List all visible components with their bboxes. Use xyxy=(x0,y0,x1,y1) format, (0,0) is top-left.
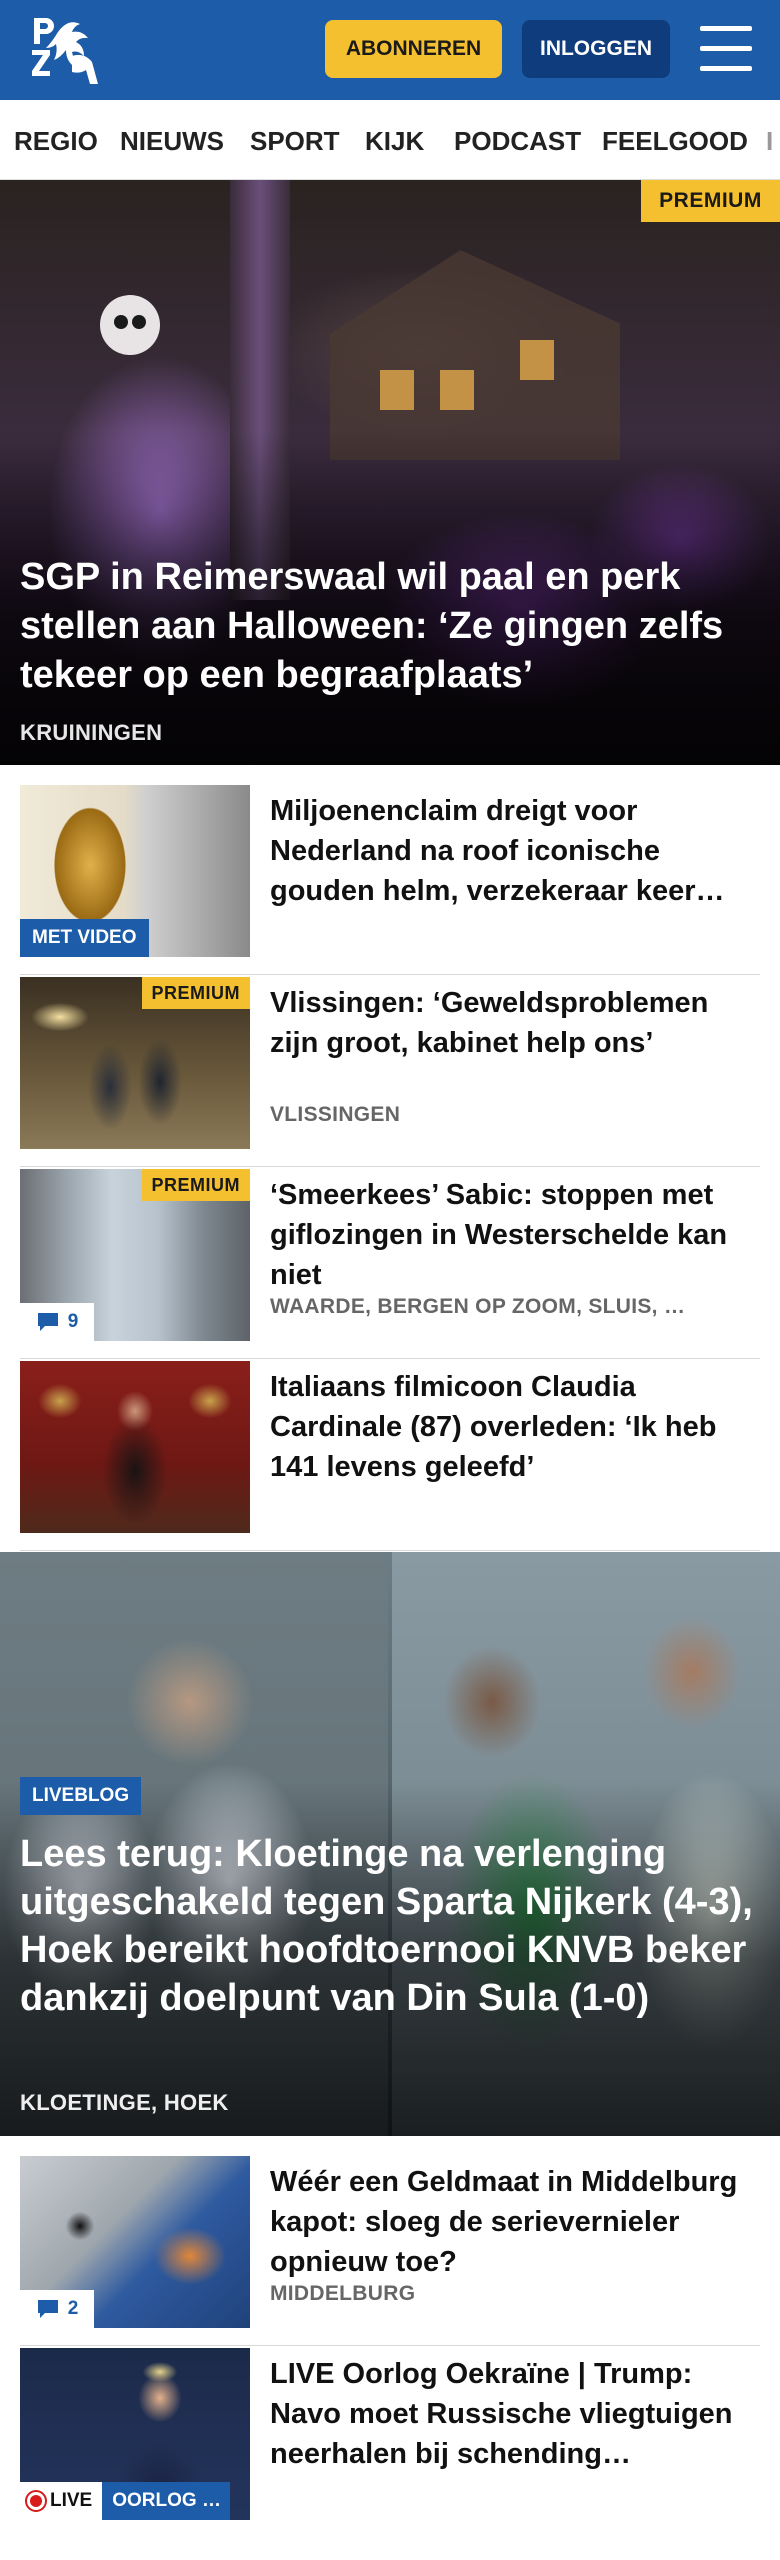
comment-count: 2 xyxy=(67,2298,79,2319)
article-thumbnail: MET VIDEO xyxy=(20,785,250,957)
article-headline[interactable]: Vlissingen: ‘Geweldsproblemen zijn groot… xyxy=(270,983,760,1063)
list-item[interactable]: PREMIUM Vlissingen: ‘Geweldsproblemen zi… xyxy=(20,977,760,1167)
skull-decoration-icon xyxy=(100,295,160,355)
article-thumbnail: PREMIUM 9 xyxy=(20,1169,250,1341)
liveblog-badge: LIVEBLOG xyxy=(20,1777,142,1815)
list-item[interactable]: 2 Wéér een Geldmaat in Middelburg kapot:… xyxy=(20,2156,760,2346)
article-headline[interactable]: Italiaans filmicoon Claudia Cardinale (8… xyxy=(270,1367,760,1487)
nav-item-podcast[interactable]: PODCAST xyxy=(454,126,581,157)
premium-badge: PREMIUM xyxy=(141,977,250,1009)
article-thumbnail: LIVE OORLOG … xyxy=(20,2348,250,2520)
lit-window xyxy=(440,370,474,410)
live-dot-icon xyxy=(30,2495,42,2507)
lit-window xyxy=(520,340,554,380)
nav-item-regio[interactable]: REGIO xyxy=(14,126,98,157)
house-silhouette xyxy=(330,250,620,460)
article-location: MIDDELBURG xyxy=(270,2282,416,2305)
nav-item-kijk[interactable]: KIJK xyxy=(365,126,424,157)
menu-icon[interactable] xyxy=(700,26,752,72)
liveblog-headline[interactable]: Lees terug: Kloetinge na verlenging uitg… xyxy=(20,1830,760,2022)
article-headline[interactable]: Wéér een Geldmaat in Middelburg kapot: s… xyxy=(270,2162,760,2282)
topic-label: OORLOG … xyxy=(102,2482,231,2520)
article-headline[interactable]: Miljoenenclaim dreigt voor Nederland na … xyxy=(270,791,760,911)
comment-count-badge: 2 xyxy=(20,2290,94,2328)
liveblog-location: KLOETINGE, HOEK xyxy=(20,2090,229,2115)
login-button[interactable]: INLOGGEN xyxy=(522,20,670,78)
nav-item-nieuws[interactable]: NIEUWS xyxy=(120,126,224,157)
nav-item-sport[interactable]: SPORT xyxy=(250,126,340,157)
comment-count: 9 xyxy=(67,1311,79,1332)
section-nav: REGIO NIEUWS SPORT KIJK PODCAST FEELGOOD… xyxy=(0,100,780,180)
nav-item-overflow[interactable]: I xyxy=(766,126,773,157)
article-thumbnail: 2 xyxy=(20,2156,250,2328)
comment-icon xyxy=(37,1313,58,1331)
nav-item-feelgood[interactable]: FEELGOOD xyxy=(602,126,748,157)
premium-badge: PREMIUM xyxy=(641,180,780,222)
live-indicator: LIVE xyxy=(20,2482,103,2520)
live-badge: LIVE OORLOG … xyxy=(20,2482,231,2520)
article-thumbnail xyxy=(20,1361,250,1533)
pzc-logo[interactable] xyxy=(26,12,116,88)
list-item[interactable]: PREMIUM 9 ‘Smeerkees’ Sabic: stoppen met… xyxy=(20,1169,760,1359)
top-bar: ABONNEREN INLOGGEN xyxy=(0,0,780,100)
logo-mark-icon xyxy=(26,12,116,88)
article-location: VLISSINGEN xyxy=(270,1103,401,1126)
list-item[interactable]: MET VIDEO Miljoenenclaim dreigt voor Ned… xyxy=(20,785,760,975)
subscribe-button[interactable]: ABONNEREN xyxy=(325,20,502,78)
article-headline[interactable]: LIVE Oorlog Oekraïne | Trump: Navo moet … xyxy=(270,2354,760,2474)
article-location: WAARDE, BERGEN OP ZOOM, SLUIS, … xyxy=(270,1295,686,1318)
lit-window xyxy=(380,370,414,410)
video-badge: MET VIDEO xyxy=(20,919,149,957)
list-item[interactable]: LIVE OORLOG … LIVE Oorlog Oekraïne | Tru… xyxy=(20,2348,760,2538)
live-label: LIVE xyxy=(50,2490,93,2511)
comment-icon xyxy=(37,2300,58,2318)
article-thumbnail: PREMIUM xyxy=(20,977,250,1149)
hero-headline[interactable]: SGP in Reimerswaal wil paal en perk stel… xyxy=(20,553,740,700)
list-item[interactable]: Italiaans filmicoon Claudia Cardinale (8… xyxy=(20,1361,760,1551)
premium-badge: PREMIUM xyxy=(141,1169,250,1201)
comment-count-badge: 9 xyxy=(20,1303,94,1341)
article-headline[interactable]: ‘Smeerkees’ Sabic: stoppen met giflozing… xyxy=(270,1175,760,1295)
hero-location: KRUININGEN xyxy=(20,720,163,745)
